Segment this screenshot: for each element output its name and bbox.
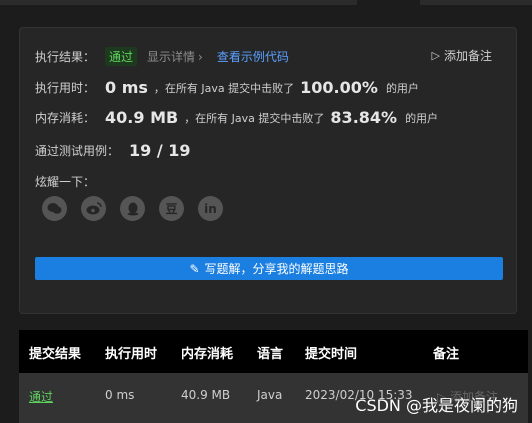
qq-icon[interactable]: [120, 196, 145, 221]
flag-icon: ▷: [431, 49, 440, 62]
column-header-language: 语言: [257, 347, 284, 362]
watermark: CSDN @我是夜阑的狗: [355, 396, 518, 415]
table-header: 提交结果 执行用时 内存消耗 语言 提交时间 备注: [19, 330, 528, 373]
column-header-result: 提交结果: [29, 347, 82, 362]
top-bar-segment: [420, 0, 532, 5]
tests-label: 通过测试用例：: [35, 144, 120, 158]
view-example-code-link[interactable]: 查看示例代码: [217, 48, 289, 65]
result-row: 执行结果： 通过 显示详情 › 查看示例代码: [35, 47, 289, 66]
tests-row: 通过测试用例： 19 / 19: [35, 141, 191, 160]
top-bar-segment: [0, 0, 357, 5]
column-header-memory: 内存消耗: [181, 347, 234, 362]
pencil-icon: ✎: [189, 261, 200, 276]
memory-value: 40.9 MB: [105, 108, 179, 127]
runtime-row: 执行用时： 0 ms ，在所有 Java 提交中击败了 100.00% 的用户: [35, 78, 419, 97]
column-header-time: 提交时间: [305, 347, 358, 362]
runtime-label: 执行用时：: [35, 81, 96, 95]
add-note-button[interactable]: ▷ 添加备注: [432, 47, 492, 64]
row-result-link[interactable]: 通过: [29, 388, 53, 405]
result-label: 执行结果：: [35, 50, 96, 64]
runtime-percent: 100.00%: [300, 78, 378, 97]
weibo-icon[interactable]: [81, 196, 106, 221]
row-runtime: 0 ms: [105, 388, 135, 402]
memory-row: 内存消耗： 40.9 MB ，在所有 Java 提交中击败了 83.84% 的用…: [35, 108, 438, 127]
row-memory: 40.9 MB: [181, 388, 231, 402]
runtime-text: ，在所有 Java 提交中击败了: [153, 81, 295, 95]
row-language: Java: [257, 388, 283, 402]
top-bar: [0, 0, 532, 8]
memory-suffix: 的用户: [405, 111, 439, 125]
wechat-icon[interactable]: [42, 196, 67, 221]
linkedin-icon[interactable]: in: [198, 196, 223, 221]
show-details-link[interactable]: 显示详情: [147, 48, 195, 65]
chevron-right-icon[interactable]: ›: [198, 50, 203, 64]
result-card: 执行结果： 通过 显示详情 › 查看示例代码 ▷ 添加备注 执行用时： 0 ms…: [19, 27, 517, 314]
douban-icon[interactable]: 豆: [159, 196, 184, 221]
runtime-suffix: 的用户: [385, 81, 419, 95]
memory-label: 内存消耗：: [35, 111, 96, 125]
tests-value: 19 / 19: [129, 141, 191, 160]
memory-percent: 83.84%: [330, 108, 398, 127]
share-icons: 豆 in: [42, 196, 223, 221]
column-header-runtime: 执行用时: [105, 347, 158, 362]
write-solution-label: 写题解，分享我的解题思路: [204, 262, 349, 276]
memory-text: ，在所有 Java 提交中击败了: [184, 111, 325, 125]
share-row: 炫耀一下：: [35, 173, 95, 190]
share-label: 炫耀一下：: [35, 175, 96, 189]
column-header-note: 备注: [433, 347, 460, 362]
status-badge: 通过: [105, 47, 138, 66]
add-note-label: 添加备注: [443, 49, 492, 63]
runtime-value: 0 ms: [105, 78, 148, 97]
write-solution-button[interactable]: ✎ 写题解，分享我的解题思路: [35, 257, 503, 280]
